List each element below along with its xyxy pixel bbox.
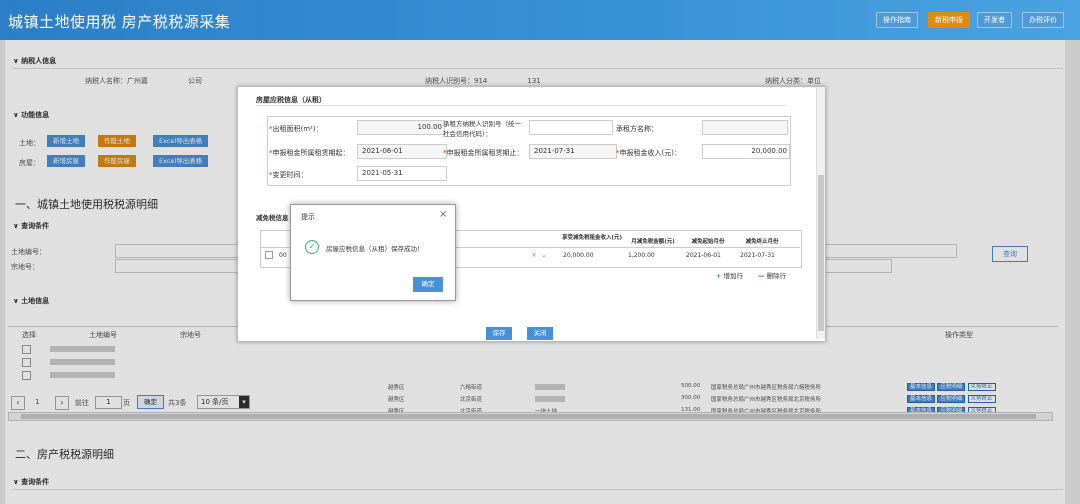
relief-row-end[interactable]: 2021-07-31 — [740, 252, 775, 259]
alert-message: 房屋应税信息（从租）保存成功！ — [326, 245, 424, 253]
lessee-id-label: 承租方纳税人识别号（统一社会信用代码）： — [443, 120, 521, 138]
relief-row-code: 00 — [279, 252, 287, 259]
close-button[interactable]: 关闭 — [527, 327, 553, 340]
modal-section-title: 房屋应税信息（从租） — [256, 96, 326, 104]
relief-row-monthly[interactable]: 1,200.00 — [628, 252, 655, 259]
new-declare-button[interactable]: 新税申报 — [928, 12, 970, 28]
period-end-label: *申报租金所属租赁期止： — [443, 149, 524, 157]
relief-col-end: 减免终止月份 — [745, 239, 779, 245]
rent-area-field[interactable]: 100.00 — [357, 120, 445, 135]
minus-icon: — — [758, 272, 765, 280]
alert-title: 提示 — [301, 213, 315, 221]
income-field[interactable]: 20,000.00 — [702, 144, 790, 159]
clear-icon[interactable]: × — [531, 251, 537, 259]
relief-col-monthly: 月减免税金额(元) — [631, 239, 675, 245]
chevron-down-icon[interactable]: ⌄ — [541, 251, 547, 259]
alert-dialog: 提示 × ✓ 房屋应税信息（从租）保存成功！ 确定 — [290, 204, 456, 301]
success-check-icon: ✓ — [305, 240, 319, 254]
plus-icon: + — [716, 272, 722, 280]
relief-col-start: 减免起始月份 — [691, 239, 725, 245]
developer-button[interactable]: 开发者 — [977, 12, 1012, 28]
lessee-id-field[interactable] — [529, 120, 613, 135]
scrollbar-thumb[interactable] — [818, 175, 824, 331]
change-time-field[interactable]: 2021-05-31 — [357, 166, 447, 181]
lessee-name-field[interactable] — [702, 120, 788, 135]
rent-area-label: *出租面积(m²)： — [269, 125, 323, 133]
alert-ok-button[interactable]: 确定 — [413, 277, 443, 292]
period-end-field[interactable]: 2021-07-31 — [529, 144, 617, 159]
relief-row-checkbox[interactable] — [265, 251, 273, 259]
guide-button[interactable]: 操作指南 — [876, 12, 918, 28]
modal-scrollbar[interactable] — [816, 87, 825, 339]
period-start-field[interactable]: 2021-06-01 — [357, 144, 447, 159]
save-button[interactable]: 保存 — [486, 327, 512, 340]
evaluate-button[interactable]: 办税评价 — [1022, 12, 1064, 28]
lessee-name-label: 承租方名称： — [616, 125, 658, 133]
delete-row-button[interactable]: — 删除行 — [758, 270, 786, 280]
relief-row-income[interactable]: 20,000.00 — [563, 252, 594, 259]
app-header: 城镇土地使用税 房产税税源采集 操作指南 新税申报 开发者 办税评价 — [0, 0, 1080, 40]
close-icon[interactable]: × — [439, 209, 447, 220]
divider — [256, 105, 786, 106]
add-row-button[interactable]: + 增加行 — [716, 270, 743, 280]
relief-section-title: 减免税信息 — [256, 214, 289, 222]
relief-row-start[interactable]: 2021-06-01 — [686, 252, 721, 259]
change-time-label: *变更时间： — [269, 171, 308, 179]
app-title: 城镇土地使用税 房产税税源采集 — [8, 13, 231, 31]
income-label: *申报租金收入(元)： — [616, 149, 681, 157]
period-start-label: *申报租金所属租赁期起： — [269, 149, 350, 157]
relief-col-income: 享受减免税租金收入(元) — [561, 235, 623, 241]
